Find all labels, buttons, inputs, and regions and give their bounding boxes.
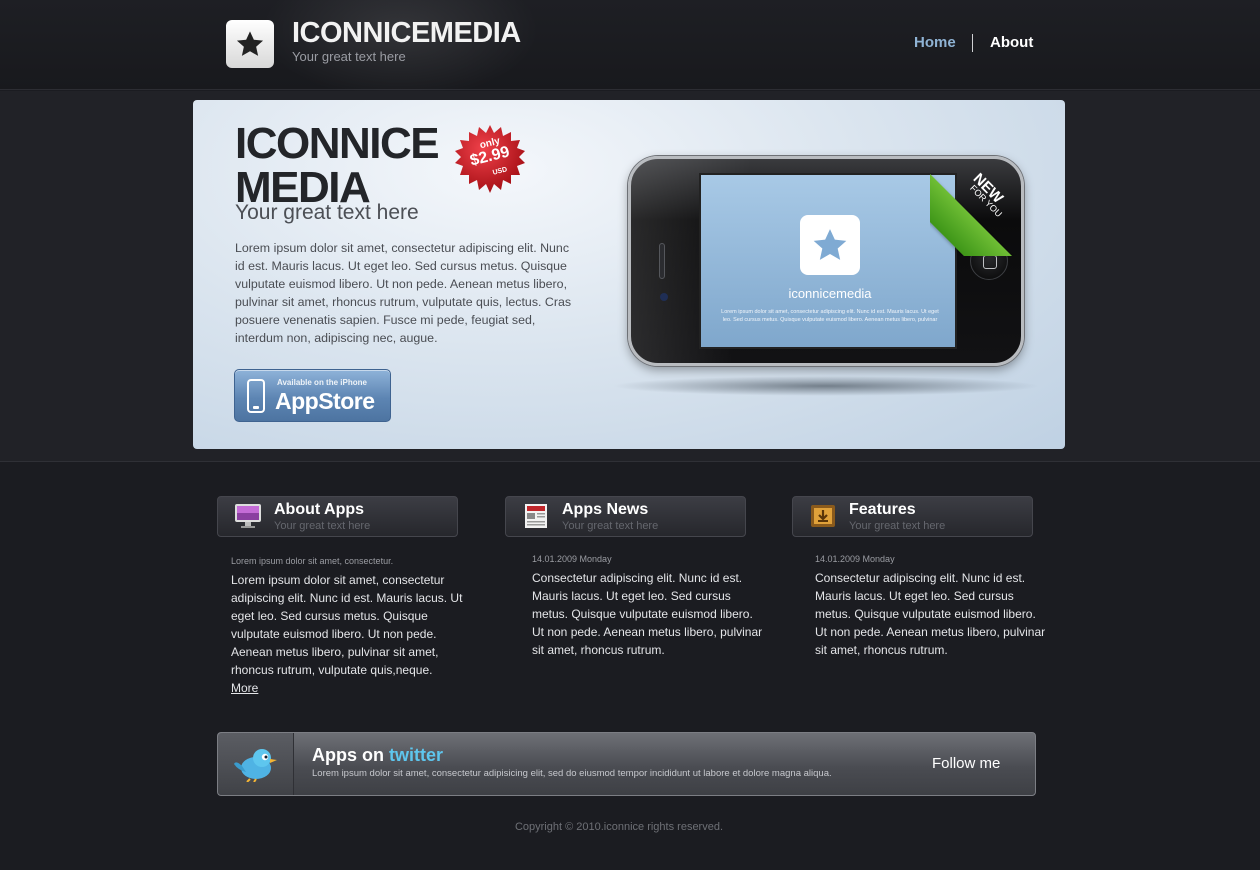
nav-separator <box>972 34 973 52</box>
logo-star-icon[interactable] <box>226 20 274 68</box>
logo-subtitle: Your great text here <box>292 49 406 64</box>
twitter-text: Lorem ipsum dolor sit amet, consectetur … <box>312 768 832 779</box>
features-header: Features Your great text here <box>792 496 1033 537</box>
phone-screen: iconnicemedia Lorem ipsum dolor sit amet… <box>699 173 957 349</box>
appstore-small-label: Available on the iPhone <box>277 378 367 387</box>
hero-banner: ICONNICE MEDIA Your great text here Lore… <box>193 100 1065 449</box>
screen-app-name: iconnicemedia <box>788 286 872 301</box>
screen-text: Lorem ipsum dolor sit amet, consectetur … <box>721 309 939 323</box>
phone-speaker <box>659 243 665 279</box>
logo-title: ICONNICEMEDIA <box>292 17 521 49</box>
download-box-icon <box>811 505 835 527</box>
twitter-brand-label[interactable]: twitter <box>389 745 443 765</box>
follow-me-button[interactable]: Follow me <box>932 755 1000 772</box>
hero-description: Lorem ipsum dolor sit amet, consectetur … <box>235 241 572 345</box>
about-apps-subtitle: Your great text here <box>274 520 371 532</box>
twitter-bar: Apps on twitter Lorem ipsum dolor sit am… <box>217 732 1036 796</box>
twitter-icon-box <box>218 733 294 795</box>
more-link[interactable]: More <box>231 681 258 695</box>
apps-news-header: Apps News Your great text here <box>505 496 746 537</box>
features-title: Features <box>849 501 916 518</box>
features-meta: 14.01.2009 Monday <box>815 554 895 564</box>
apps-news-subtitle: Your great text here <box>562 520 659 532</box>
app-star-icon <box>800 215 860 275</box>
appstore-button[interactable]: Available on the iPhone AppStore <box>234 369 391 422</box>
monitor-icon <box>235 504 261 528</box>
about-apps-text: Lorem ipsum dolor sit amet, consectetur … <box>231 573 463 677</box>
about-apps-title: About Apps <box>274 501 365 518</box>
twitter-heading-prefix: Apps on <box>312 745 384 765</box>
newspaper-icon <box>525 504 547 528</box>
twitter-bird-icon <box>233 749 277 782</box>
nav-about-link[interactable]: About <box>990 34 1033 51</box>
iphone-icon <box>247 379 265 413</box>
appstore-label: AppStore <box>275 388 375 414</box>
apps-news-meta: 14.01.2009 Monday <box>532 554 612 564</box>
twitter-heading: Apps on twitter <box>312 745 443 766</box>
copyright: Copyright © 2010.iconnice rights reserve… <box>514 821 724 833</box>
site-header: ICONNICEMEDIA Your great text here Home … <box>0 0 1260 100</box>
features-subtitle: Your great text here <box>849 520 946 532</box>
apps-news-body: 14.01.2009 Monday Consectetur adipiscing… <box>532 554 768 659</box>
apps-news-title: Apps News <box>562 501 649 518</box>
hero-subtitle: Your great text here <box>235 201 419 224</box>
phone-camera <box>660 293 668 301</box>
apps-news-text: Consectetur adipiscing elit. Nunc id est… <box>532 571 763 657</box>
hero-title-line1: ICONNICE <box>235 119 440 168</box>
features-body: 14.01.2009 Monday Consectetur adipiscing… <box>815 554 1051 659</box>
about-apps-meta: Lorem ipsum dolor sit amet, consectetur. <box>231 556 394 566</box>
about-apps-body: Lorem ipsum dolor sit amet, consectetur.… <box>231 556 467 697</box>
price-badge: only $2.99 USD <box>455 124 525 194</box>
hero-title: ICONNICE MEDIA <box>235 119 440 210</box>
new-ribbon: NEW FOR YOU <box>930 156 1026 256</box>
nav-home-link[interactable]: Home <box>914 34 956 51</box>
phone-shadow <box>611 376 1041 396</box>
features-text: Consectetur adipiscing elit. Nunc id est… <box>815 571 1046 657</box>
about-apps-header: About Apps Your great text here <box>217 496 458 537</box>
